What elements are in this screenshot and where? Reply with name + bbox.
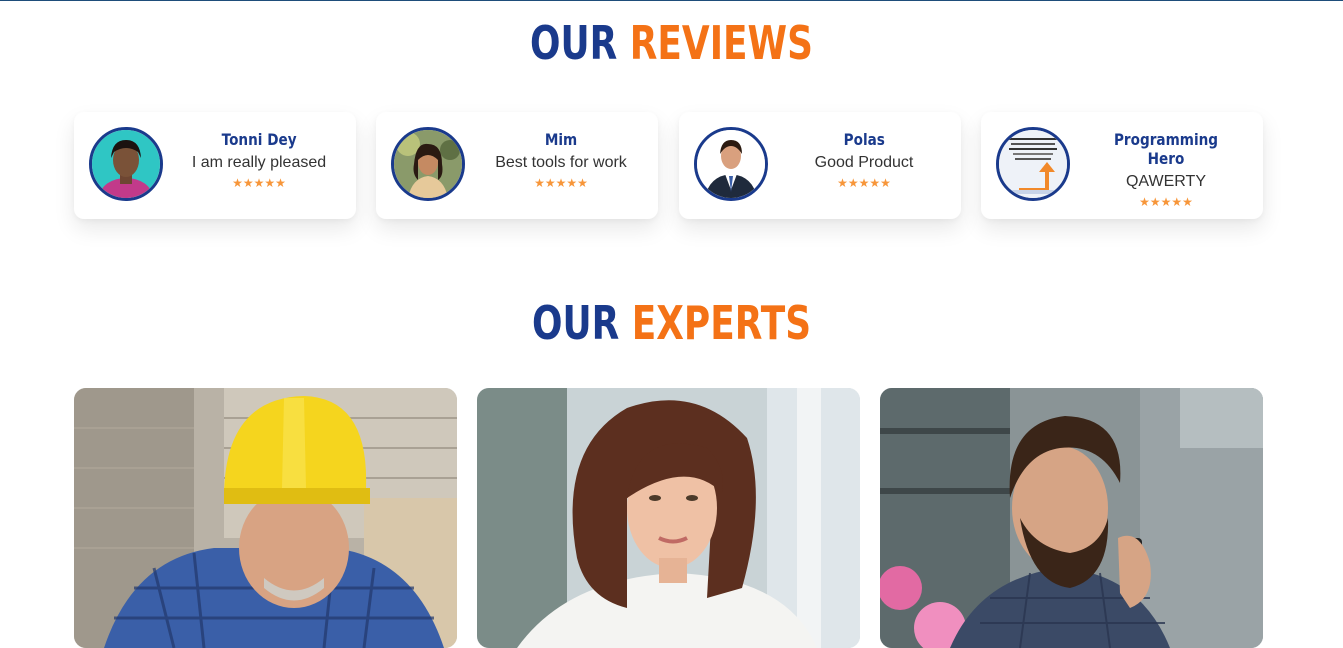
reviews-section-title: OUR REVIEWS (148, 16, 1196, 70)
reviewer-avatar (89, 127, 163, 201)
star-rating: ★★★★★ (1139, 195, 1193, 209)
expert-card-businesswoman (477, 388, 860, 648)
review-comment: I am really pleased (191, 154, 327, 171)
review-card: Polas Good Product ★★★★★ (679, 112, 961, 219)
star-rating: ★★★★★ (534, 176, 588, 190)
review-card: Mim Best tools for work ★★★★★ (376, 112, 658, 219)
expert-card-businessman (880, 388, 1263, 648)
review-comment: Best tools for work (495, 154, 627, 171)
top-divider (0, 0, 1343, 1)
review-comment: QAWERTY (1125, 173, 1206, 190)
star-rating: ★★★★★ (837, 176, 891, 190)
reviewer-name: Polas (843, 130, 885, 149)
construction-worker-photo (74, 388, 457, 648)
title-word-reviews: REVIEWS (629, 16, 813, 70)
experts-section-title: OUR EXPERTS (148, 296, 1196, 350)
reviewer-name: Tonni Dey (221, 130, 297, 149)
title-word-our: OUR (530, 16, 618, 70)
reviewer-name: Programming Hero (1113, 130, 1219, 168)
expert-card-construction-worker (74, 388, 457, 648)
review-comment: Good Product (814, 154, 914, 171)
review-card: Tonni Dey I am really pleased ★★★★★ (74, 112, 356, 219)
star-rating: ★★★★★ (232, 176, 286, 190)
title-word-our: OUR (531, 296, 620, 350)
businessman-on-phone-photo (880, 388, 1263, 648)
reviewer-avatar (391, 127, 465, 201)
reviewer-name: Mim (544, 130, 578, 149)
businesswoman-photo (477, 388, 860, 648)
reviewer-avatar (996, 127, 1070, 201)
reviewer-avatar (694, 127, 768, 201)
title-word-experts: EXPERTS (631, 296, 812, 350)
review-card: Programming Hero QAWERTY ★★★★★ (981, 112, 1263, 219)
